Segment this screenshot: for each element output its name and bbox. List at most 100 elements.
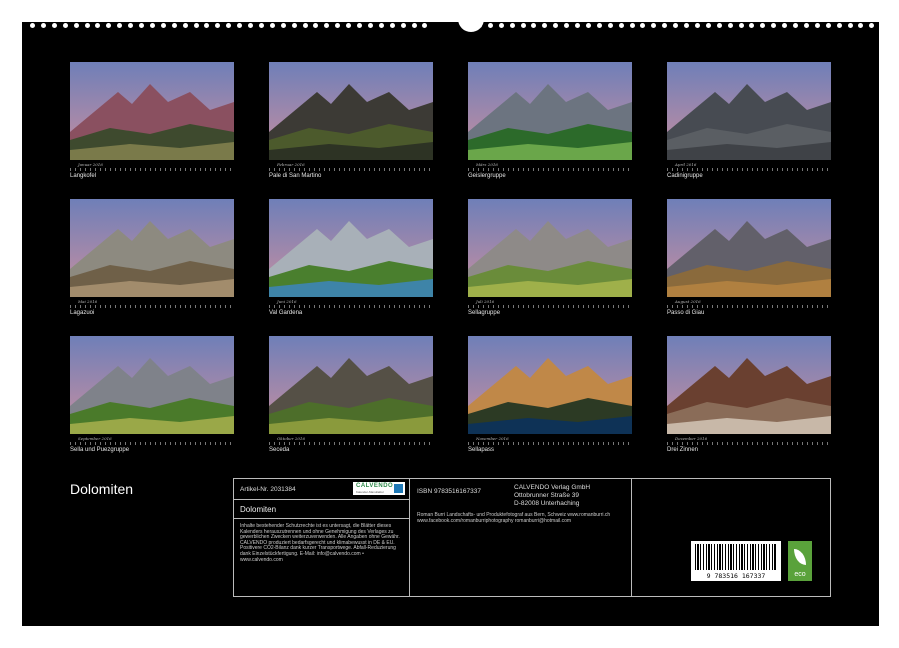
binding-hole	[85, 23, 90, 28]
day-ticks	[468, 168, 632, 171]
photo-caption: Geislergruppe	[468, 173, 632, 179]
binding-hole	[804, 23, 809, 28]
binding-hole	[194, 23, 199, 28]
binding-hole	[379, 23, 384, 28]
binding-hole	[815, 23, 820, 28]
photo-caption: Pale di San Martino	[269, 173, 433, 179]
day-ticks	[70, 305, 234, 308]
binding-hole	[542, 23, 547, 28]
day-ticks	[269, 305, 433, 308]
binding-hole	[662, 23, 667, 28]
month-card: September 2016Sella und Puezgruppe	[70, 336, 234, 453]
publisher-street: Ottobrunner Straße 39	[514, 492, 579, 499]
month-label: März 2016	[476, 162, 498, 167]
barcode-bars	[695, 544, 777, 570]
binding-hole	[651, 23, 656, 28]
date-row: April 2016	[667, 163, 831, 172]
month-label: April 2016	[675, 162, 696, 167]
binding-hole	[161, 23, 166, 28]
date-row: Januar 2016	[70, 163, 234, 172]
hanger-notch	[458, 12, 484, 32]
landscape-photo	[468, 336, 632, 434]
landscape-photo	[667, 336, 831, 434]
binding-hole	[848, 23, 853, 28]
landscape-photo	[70, 336, 234, 434]
binding-hole	[412, 23, 417, 28]
binding-hole	[531, 23, 536, 28]
binding-hole	[422, 23, 427, 28]
binding-hole	[575, 23, 580, 28]
landscape-photo	[468, 62, 632, 160]
binding-hole	[390, 23, 395, 28]
date-row: Dezember 2016	[667, 437, 831, 446]
binding-hole	[63, 23, 68, 28]
logo-subtext: Kalender-Manufaktur	[356, 490, 384, 494]
binding-hole	[673, 23, 678, 28]
month-label: Dezember 2016	[675, 436, 707, 441]
month-card: Juni 2016Val Gardena	[269, 199, 433, 316]
binding-hole	[597, 23, 602, 28]
binding-hole	[204, 23, 209, 28]
publisher-city: D-82008 Unterhaching	[514, 500, 579, 507]
month-label: Februar 2016	[277, 162, 305, 167]
binding-hole	[335, 23, 340, 28]
month-label: Mai 2016	[78, 299, 97, 304]
binding-hole	[401, 23, 406, 28]
binding-hole	[248, 23, 253, 28]
month-card: März 2016 Geislergruppe	[468, 62, 632, 179]
date-row: Juni 2016	[269, 300, 433, 309]
binding-hole	[488, 23, 493, 28]
binding-hole	[259, 23, 264, 28]
calvendo-logo: CALVENDO Kalender-Manufaktur	[353, 482, 405, 495]
month-card: Juli 2016Sellagruppe	[468, 199, 632, 316]
binding-hole	[313, 23, 318, 28]
publisher-name: CALVENDO Verlag GmbH	[514, 484, 590, 491]
binding-hole	[346, 23, 351, 28]
month-card: Januar 2016Langkofel	[70, 62, 234, 179]
binding-hole	[106, 23, 111, 28]
barcode: 9 783516 167337	[691, 541, 781, 581]
date-row: November 2016	[468, 437, 632, 446]
spiral-binding	[22, 20, 879, 34]
author-info: Roman Burri Landschafts- und Produktefot…	[417, 513, 627, 524]
photo-caption: Sellapass	[468, 447, 632, 453]
legal-text: Inhalte bestehender Schutzrechte ist es …	[240, 524, 406, 563]
day-ticks	[468, 442, 632, 445]
binding-hole	[226, 23, 231, 28]
date-row: Mai 2016	[70, 300, 234, 309]
day-ticks	[70, 442, 234, 445]
day-ticks	[269, 442, 433, 445]
landscape-photo	[667, 62, 831, 160]
product-title-row: Dolomiten	[234, 500, 409, 519]
date-row: Juli 2016	[468, 300, 632, 309]
leaf-icon	[794, 549, 806, 565]
article-number: Artikel-Nr. 2031384	[240, 486, 296, 493]
binding-hole	[41, 23, 46, 28]
binding-hole	[684, 23, 689, 28]
binding-hole	[619, 23, 624, 28]
date-row: Februar 2016	[269, 163, 433, 172]
photo-caption: Sellagruppe	[468, 310, 632, 316]
binding-hole	[303, 23, 308, 28]
logo-icon	[394, 484, 403, 493]
month-card: August 2016Passo di Giau	[667, 199, 831, 316]
month-label: Juni 2016	[277, 299, 297, 304]
binding-hole	[292, 23, 297, 28]
binding-hole	[630, 23, 635, 28]
month-card: Februar 2016 Pale di San Martino	[269, 62, 433, 179]
date-row: August 2016	[667, 300, 831, 309]
binding-hole	[510, 23, 515, 28]
landscape-photo	[70, 199, 234, 297]
day-ticks	[468, 305, 632, 308]
landscape-photo	[468, 199, 632, 297]
info-column-middle: ISBN 9783516167337 CALVENDO Verlag GmbH …	[410, 479, 632, 596]
binding-hole	[826, 23, 831, 28]
binding-hole	[237, 23, 242, 28]
binding-hole	[499, 23, 504, 28]
binding-hole	[172, 23, 177, 28]
binding-hole	[706, 23, 711, 28]
binding-hole	[837, 23, 842, 28]
binding-hole	[477, 23, 482, 28]
binding-hole	[586, 23, 591, 28]
month-label: August 2016	[675, 299, 701, 304]
